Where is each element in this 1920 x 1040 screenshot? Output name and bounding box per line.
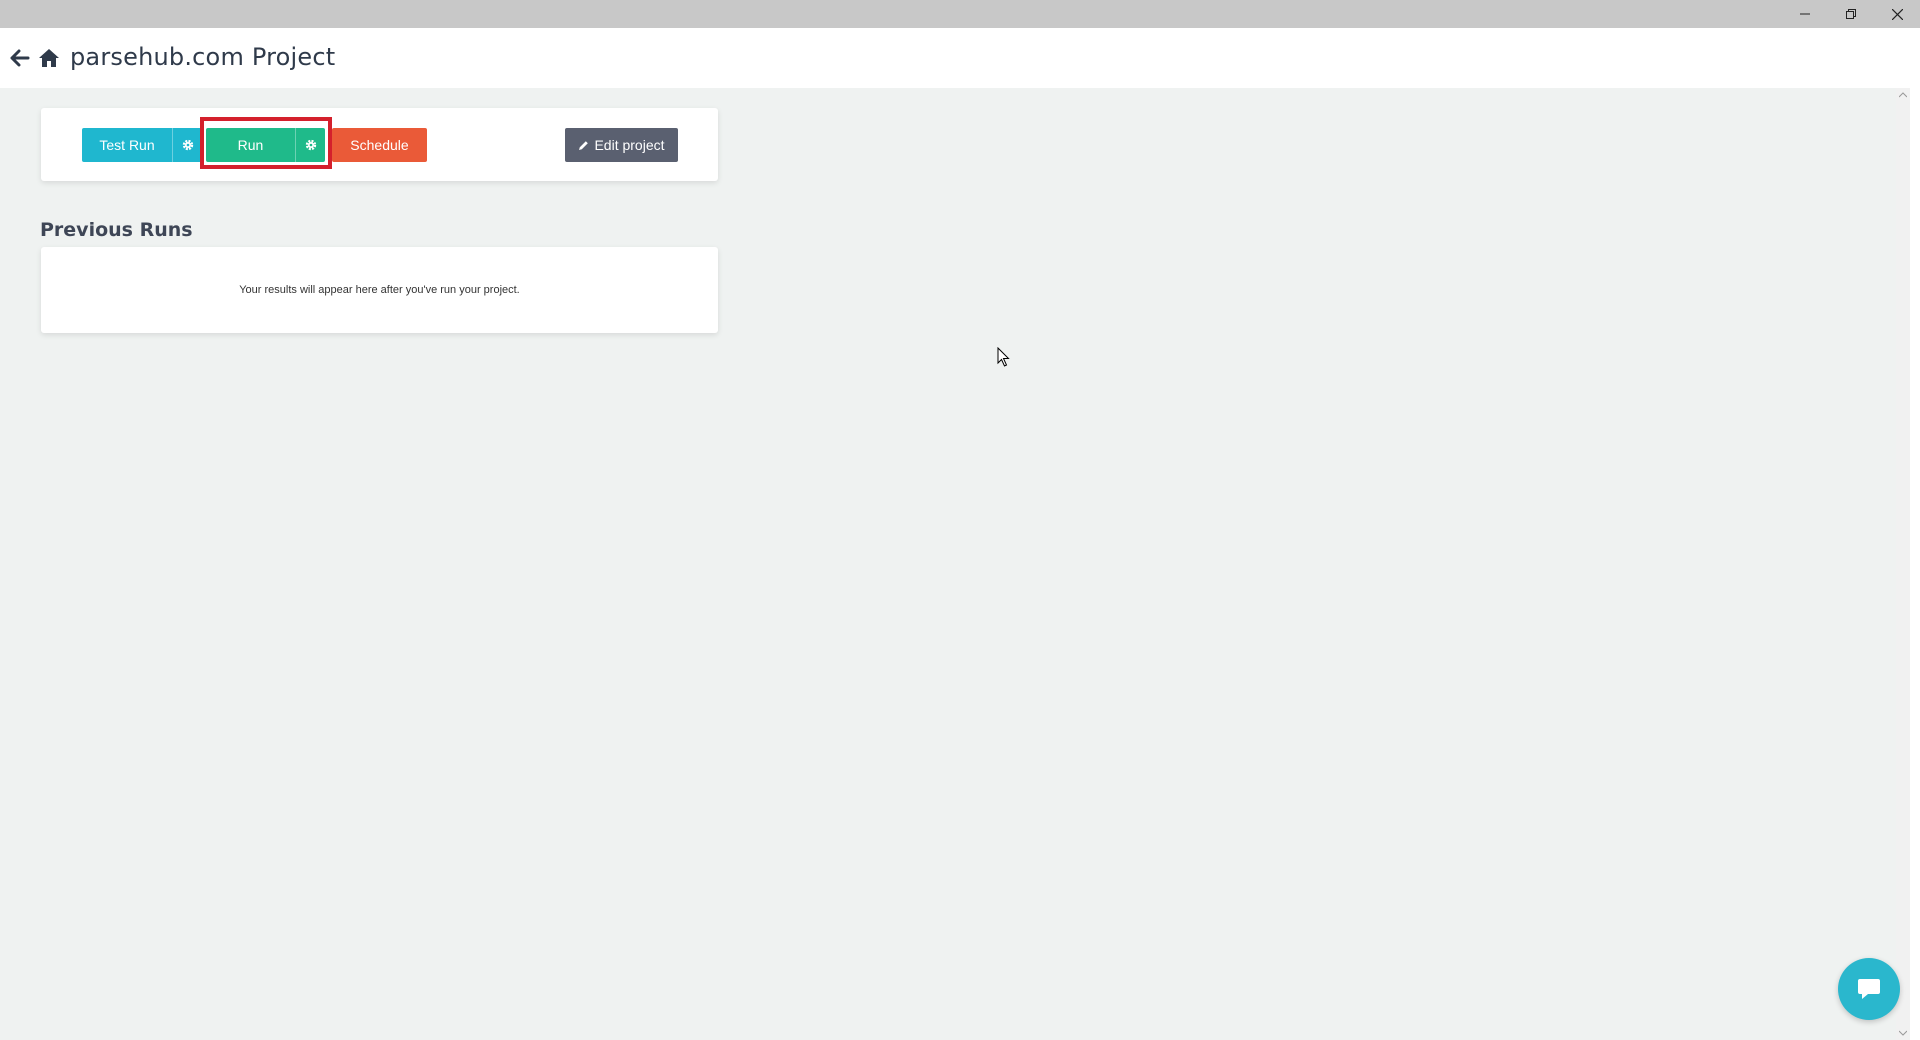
restore-button[interactable] bbox=[1828, 0, 1874, 28]
previous-runs-card: Your results will appear here after you'… bbox=[41, 247, 718, 333]
restore-icon bbox=[1846, 9, 1856, 19]
test-run-settings-button[interactable] bbox=[172, 128, 202, 162]
mouse-cursor-icon bbox=[997, 347, 1010, 367]
project-actions-card: Test Run Run Schedule Edit project bbox=[41, 108, 718, 181]
chat-bubble-icon bbox=[1858, 979, 1880, 999]
test-run-label: Test Run bbox=[99, 137, 155, 153]
edit-project-button[interactable]: Edit project bbox=[565, 128, 678, 162]
chat-button[interactable] bbox=[1838, 958, 1900, 1020]
home-icon[interactable] bbox=[38, 47, 60, 69]
schedule-label: Schedule bbox=[350, 137, 409, 153]
gear-icon bbox=[182, 139, 193, 151]
minimize-button[interactable] bbox=[1782, 0, 1828, 28]
window-edge bbox=[1910, 28, 1920, 1040]
window-title-bar bbox=[0, 0, 1920, 28]
scroll-down-button[interactable] bbox=[1896, 1026, 1910, 1040]
close-button[interactable] bbox=[1874, 0, 1920, 28]
edit-project-label: Edit project bbox=[594, 137, 665, 153]
pencil-icon bbox=[579, 140, 589, 150]
minimize-icon bbox=[1800, 13, 1810, 15]
vertical-scrollbar[interactable] bbox=[1896, 88, 1910, 1040]
previous-runs-heading: Previous Runs bbox=[40, 219, 193, 241]
schedule-button[interactable]: Schedule bbox=[332, 128, 427, 162]
gear-icon bbox=[305, 139, 316, 151]
chevron-down-icon bbox=[1899, 1030, 1907, 1036]
scroll-up-button[interactable] bbox=[1896, 88, 1910, 102]
back-arrow-icon[interactable] bbox=[10, 48, 30, 68]
empty-runs-message: Your results will appear here after you'… bbox=[239, 284, 520, 296]
chevron-up-icon bbox=[1899, 92, 1907, 98]
run-button[interactable]: Run bbox=[206, 128, 295, 162]
page-header: parsehub.com Project bbox=[0, 28, 1910, 88]
page-title: parsehub.com Project bbox=[70, 43, 336, 71]
run-settings-button[interactable] bbox=[295, 128, 325, 162]
close-icon bbox=[1891, 8, 1903, 20]
test-run-button[interactable]: Test Run bbox=[82, 128, 172, 162]
run-label: Run bbox=[237, 137, 264, 153]
